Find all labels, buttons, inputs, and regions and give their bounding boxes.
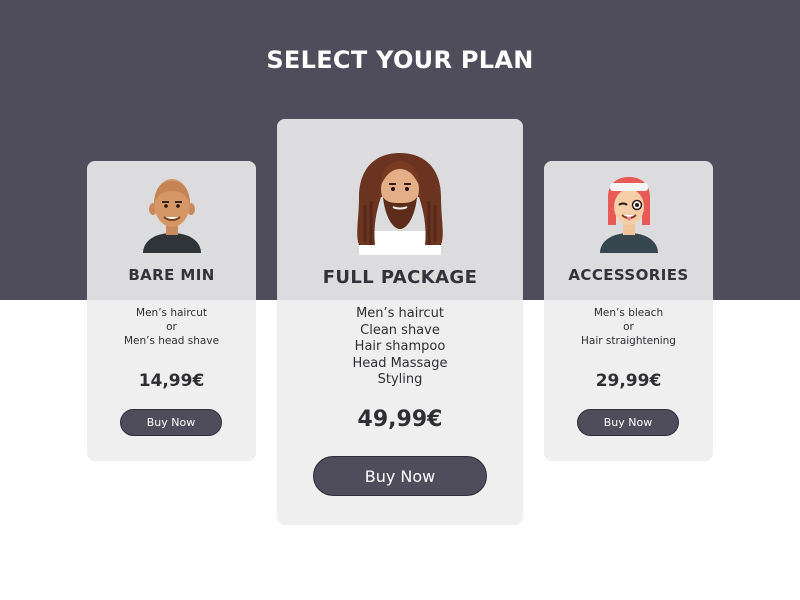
plan-name: FULL PACKAGE — [322, 267, 478, 288]
plan-features: Men’s haircut or Men’s head shave — [87, 306, 256, 348]
bald-man-avatar-icon — [143, 179, 201, 253]
long-haired-bearded-man-avatar-icon — [357, 153, 443, 255]
winking-red-haired-person-avatar-icon — [600, 177, 658, 253]
feature-item: Men’s haircut — [356, 306, 444, 321]
plan-price: 14,99€ — [138, 371, 205, 391]
plan-name: BARE MIN — [128, 266, 215, 284]
feature-item: Hair straightening — [581, 335, 676, 347]
feature-item: or — [166, 321, 177, 333]
feature-item: Hair shampoo — [354, 339, 446, 355]
buy-now-button-full-package[interactable]: Buy Now — [313, 456, 487, 496]
buy-now-button-bare-min[interactable]: Buy Now — [120, 409, 222, 436]
plan-card-bare-min: BARE MIN Men’s haircut or Men’s head sha… — [87, 161, 256, 461]
feature-item: Clean shave — [360, 322, 440, 338]
buy-now-button-accessories[interactable]: Buy Now — [577, 409, 679, 436]
page-title: SELECT YOUR PLAN — [266, 46, 534, 74]
plan-card-full-package: FULL PACKAGE Men’s haircut Clean shave H… — [277, 119, 523, 525]
plan-price: 29,99€ — [595, 371, 662, 391]
plan-price: 49,99€ — [357, 407, 443, 432]
feature-item: or — [623, 321, 634, 333]
feature-item: Styling — [377, 372, 423, 388]
plan-card-accessories: ACCESSORIES Men’s bleach or Hair straigh… — [544, 161, 713, 461]
plan-features: Men’s haircut Clean shave Hair shampoo H… — [277, 306, 523, 389]
plan-name: ACCESSORIES — [568, 266, 689, 284]
feature-item: Men’s head shave — [123, 335, 220, 347]
feature-item: Men’s bleach — [593, 307, 664, 319]
feature-item: Men’s haircut — [136, 307, 207, 319]
plan-features: Men’s bleach or Hair straightening — [544, 306, 713, 348]
feature-item: Head Massage — [352, 355, 448, 371]
